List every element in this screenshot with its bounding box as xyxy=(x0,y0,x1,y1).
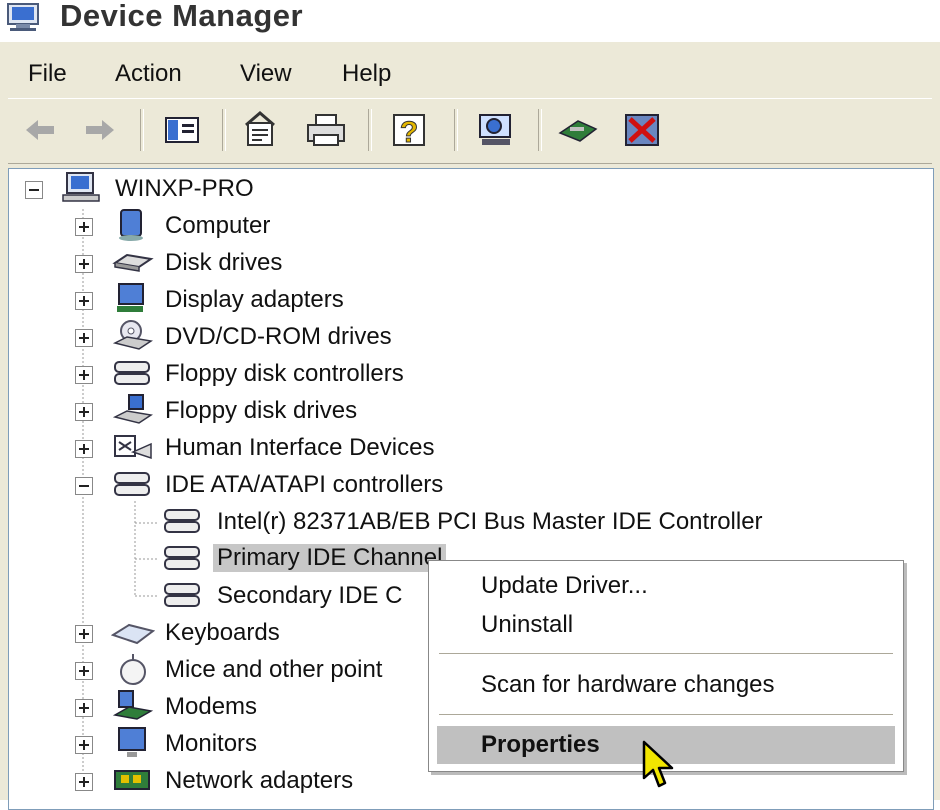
controller-icon xyxy=(164,546,200,570)
svg-text:?: ? xyxy=(400,116,418,149)
keyboard-icon xyxy=(111,623,155,645)
expand-icon[interactable] xyxy=(75,773,93,791)
toolbar: ? xyxy=(8,98,932,164)
tree-root-label: WINXP-PRO xyxy=(115,175,254,202)
back-icon[interactable] xyxy=(18,109,62,151)
menu-separator xyxy=(439,714,893,715)
controller-icon xyxy=(114,472,150,496)
tree-item-label: Monitors xyxy=(165,730,258,757)
tree-item-label: DVD/CD-ROM drives xyxy=(165,323,392,350)
computer-icon xyxy=(62,172,100,202)
tree-item-label: Human Interface Devices xyxy=(165,434,435,461)
dvd-drive-icon xyxy=(112,320,153,350)
expand-icon[interactable] xyxy=(75,662,93,680)
tree-item-label: Secondary IDE C xyxy=(217,582,403,609)
tree-item-floppy-disk-drives[interactable]: Floppy disk drives xyxy=(9,393,609,429)
controller-icon xyxy=(164,509,200,533)
device-manager-icon xyxy=(7,3,39,31)
update-driver-icon[interactable] xyxy=(556,109,600,151)
tree-item-computer[interactable]: Computer xyxy=(9,208,609,244)
show-hide-console-tree-icon[interactable] xyxy=(160,109,204,151)
computer-icon xyxy=(119,209,143,241)
collapse-icon[interactable] xyxy=(75,477,93,495)
hid-icon xyxy=(114,435,152,460)
tree-item-display-adapters[interactable]: Display adapters xyxy=(9,282,609,318)
mouse-icon xyxy=(120,654,146,685)
mouse-cursor-icon xyxy=(642,740,674,788)
tree-item-ide-controllers[interactable]: IDE ATA/ATAPI controllers xyxy=(9,467,609,503)
menu-item-scan-hardware[interactable]: Scan for hardware changes xyxy=(437,666,895,704)
tree-item-intel-ide-controller[interactable]: Intel(r) 82371AB/EB PCI Bus Master IDE C… xyxy=(9,504,919,540)
tree-item-label: Mice and other point xyxy=(165,656,383,683)
expand-icon[interactable] xyxy=(75,292,93,310)
uninstall-icon[interactable] xyxy=(620,109,664,151)
controller-icon xyxy=(114,361,150,385)
expand-icon[interactable] xyxy=(75,440,93,458)
tree-item-dvd-cd-rom-drives[interactable]: DVD/CD-ROM drives xyxy=(9,319,609,355)
tree-root[interactable]: WINXP-PRO xyxy=(9,171,409,207)
tree-item-disk-drives[interactable]: Disk drives xyxy=(9,245,609,281)
toolbar-separator xyxy=(222,109,226,151)
network-adapter-icon xyxy=(114,770,150,790)
menu-action[interactable]: Action xyxy=(115,60,182,88)
toolbar-separator xyxy=(140,109,144,151)
modem-icon xyxy=(112,690,154,720)
tree-item-label: Computer xyxy=(165,212,271,239)
expand-icon[interactable] xyxy=(75,329,93,347)
tree-item-label: Network adapters xyxy=(165,767,354,794)
menu-item-uninstall[interactable]: Uninstall xyxy=(437,606,895,644)
print-icon[interactable] xyxy=(304,109,348,151)
expand-icon[interactable] xyxy=(75,366,93,384)
monitor-icon xyxy=(118,727,146,757)
tree-item-floppy-disk-controllers[interactable]: Floppy disk controllers xyxy=(9,356,609,392)
expand-icon[interactable] xyxy=(75,699,93,717)
tree-item-label: Keyboards xyxy=(165,619,280,646)
menu-file[interactable]: File xyxy=(28,60,67,88)
menu-separator xyxy=(439,653,893,654)
tree-item-label-selected: Primary IDE Channel xyxy=(213,544,447,572)
expand-icon[interactable] xyxy=(75,403,93,421)
menu-bar: File Action View Help xyxy=(8,50,932,96)
tree-item-label: Intel(r) 82371AB/EB PCI Bus Master IDE C… xyxy=(217,508,763,535)
forward-icon[interactable] xyxy=(78,109,122,151)
tree-item-mice[interactable]: Mice and other point xyxy=(9,652,429,688)
expand-icon[interactable] xyxy=(75,625,93,643)
properties-icon[interactable] xyxy=(240,109,284,151)
controller-icon xyxy=(164,583,200,607)
tree-item-label: Display adapters xyxy=(165,286,344,313)
tree-item-label: Floppy disk controllers xyxy=(165,360,404,387)
toolbar-separator xyxy=(538,109,542,151)
disk-drive-icon xyxy=(112,253,154,272)
toolbar-separator xyxy=(454,109,458,151)
expand-icon[interactable] xyxy=(75,736,93,754)
title-bar: Device Manager xyxy=(0,0,940,42)
tree-item-human-interface-devices[interactable]: Human Interface Devices xyxy=(9,430,609,466)
toolbar-separator xyxy=(368,109,372,151)
help-icon[interactable]: ? xyxy=(390,109,434,151)
tree-item-label: Floppy disk drives xyxy=(165,397,358,424)
expand-icon[interactable] xyxy=(75,218,93,236)
display-adapter-icon xyxy=(117,283,144,312)
menu-view[interactable]: View xyxy=(240,60,292,88)
expand-icon[interactable] xyxy=(75,255,93,273)
floppy-drive-icon xyxy=(112,394,153,424)
scan-hardware-icon[interactable] xyxy=(474,109,518,151)
tree-item-label: Disk drives xyxy=(165,249,283,276)
collapse-icon[interactable] xyxy=(25,181,43,199)
tree-item-label: Modems xyxy=(165,693,258,720)
window-title: Device Manager xyxy=(60,0,304,33)
menu-help[interactable]: Help xyxy=(342,60,391,88)
tree-item-label: IDE ATA/ATAPI controllers xyxy=(165,471,444,498)
menu-item-update-driver[interactable]: Update Driver... xyxy=(437,567,895,605)
